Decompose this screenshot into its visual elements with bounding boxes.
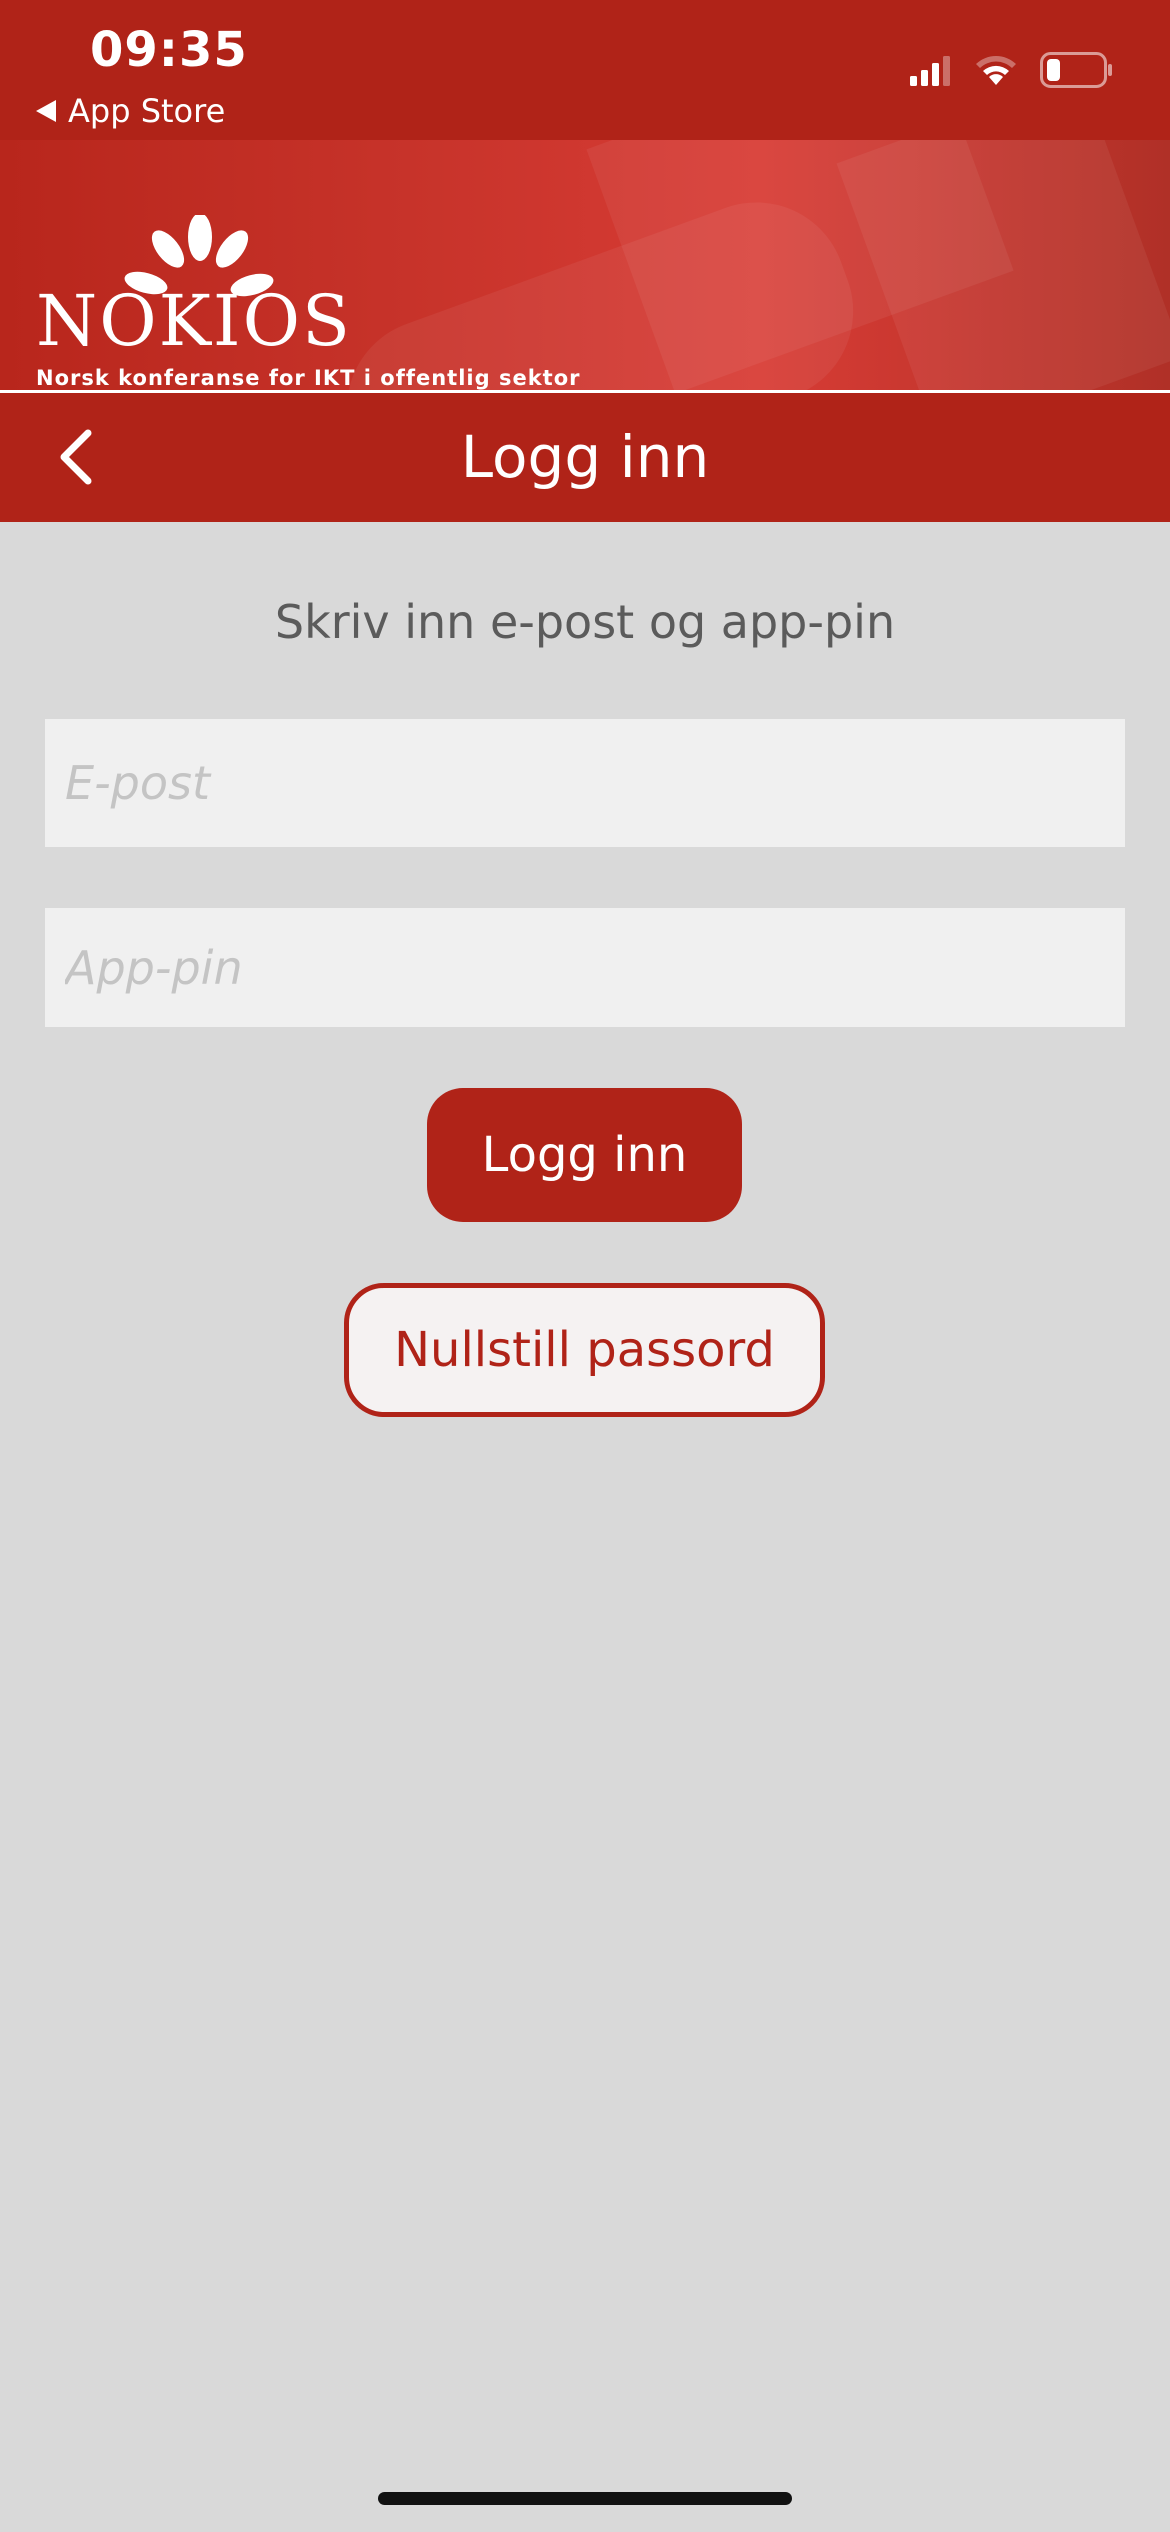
login-button[interactable]: Logg inn	[427, 1088, 742, 1222]
login-instruction: Skriv inn e-post og app-pin	[274, 595, 896, 649]
banner-decoration	[836, 140, 1170, 392]
page-title: Logg inn	[460, 423, 710, 491]
back-app-label: App Store	[68, 92, 226, 130]
app-pin-field[interactable]	[45, 908, 1125, 1027]
status-bar: 09:35 App Store	[0, 0, 1170, 140]
email-field[interactable]	[45, 719, 1125, 847]
nav-bar: Logg inn	[0, 393, 1170, 522]
home-indicator	[378, 2492, 792, 2505]
nokios-logo-text: NOKIOS	[36, 280, 352, 362]
signal-icon	[910, 56, 950, 86]
wifi-icon	[976, 56, 1016, 85]
reset-password-button[interactable]: Nullstill passord	[344, 1283, 825, 1417]
nokios-tagline: Norsk konferanse for IKT i offentlig sek…	[36, 366, 581, 390]
back-button[interactable]	[46, 427, 106, 487]
chevron-left-icon	[60, 429, 92, 485]
status-icons	[910, 52, 1114, 88]
back-to-app-store[interactable]: App Store	[36, 92, 225, 130]
battery-icon	[1040, 52, 1112, 88]
login-screen: 09:35 App Store NOKIOS Norsk konferanse …	[0, 0, 1170, 2532]
status-time: 09:35	[90, 22, 248, 78]
back-triangle-icon	[36, 100, 56, 122]
